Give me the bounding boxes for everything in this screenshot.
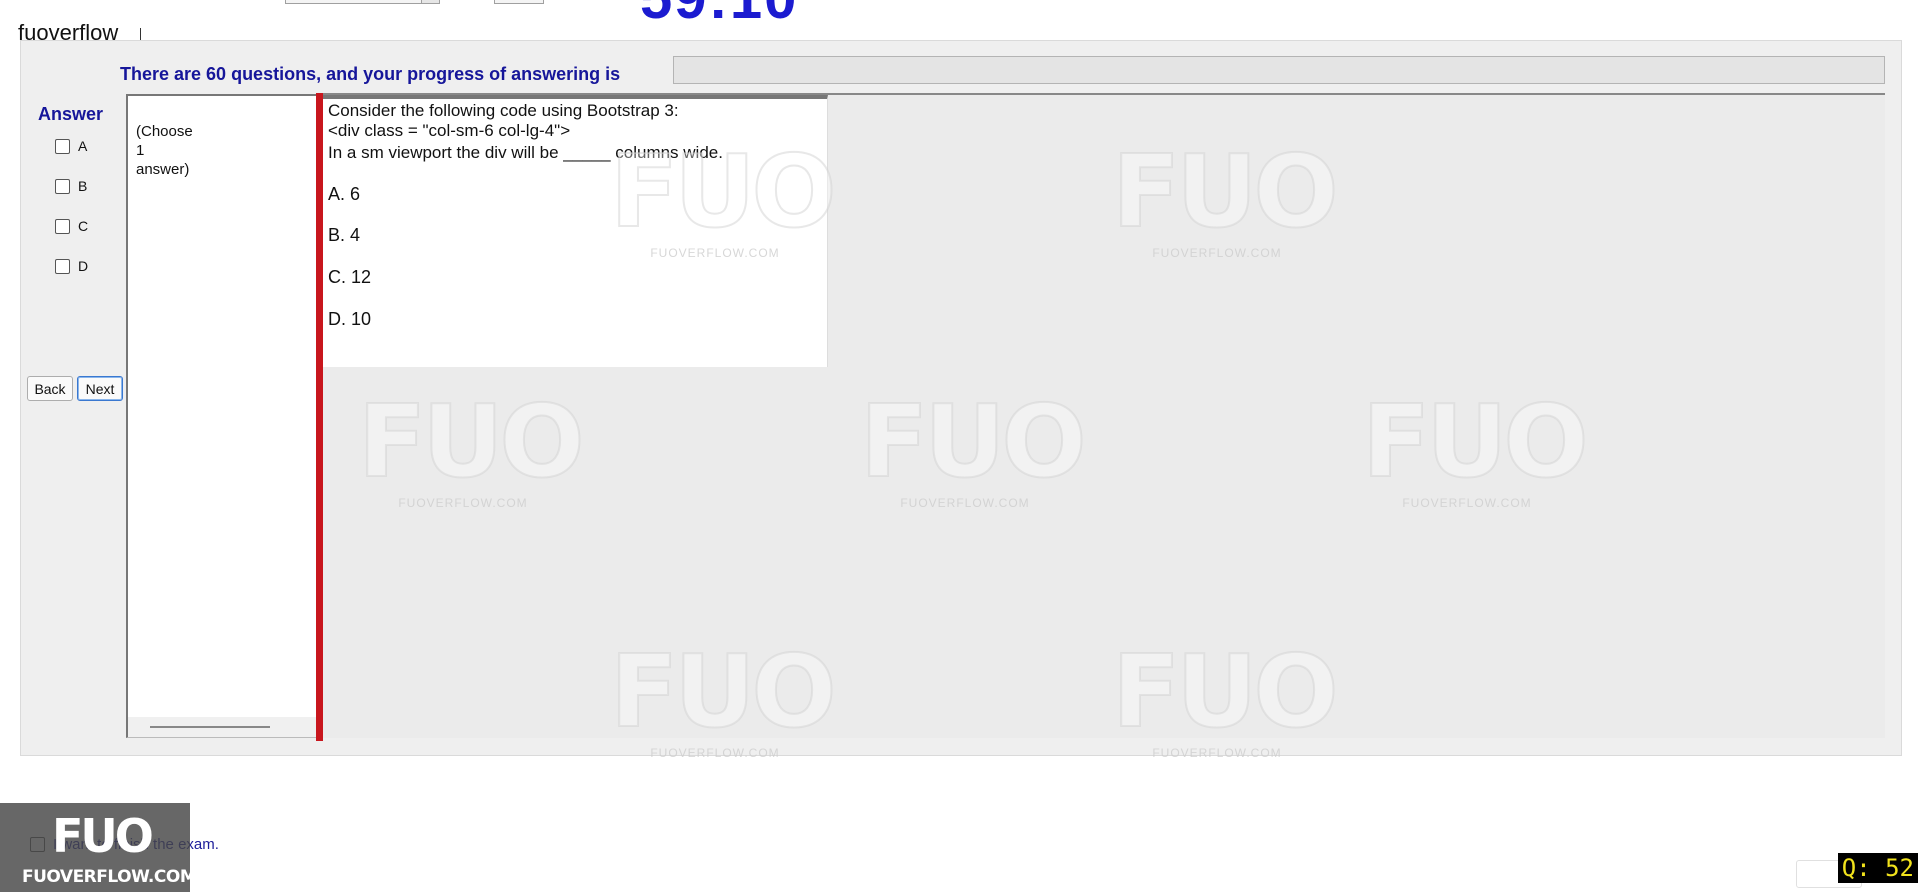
answer-title: Answer	[38, 104, 104, 124]
top-combo-box[interactable]	[285, 0, 440, 4]
instruction-text: (Choose 1 answer)	[136, 122, 216, 179]
instruction-line: 1	[136, 142, 145, 159]
question-line: In a sm viewport the div will be _____ c…	[328, 143, 723, 162]
back-button[interactable]: Back	[27, 376, 73, 401]
answer-option-b[interactable]: B	[55, 178, 87, 194]
instruction-line: answer)	[136, 161, 190, 178]
answer-option-c[interactable]: C	[55, 218, 88, 234]
answer-b-checkbox[interactable]	[55, 178, 70, 194]
pane-splitter[interactable]	[316, 93, 323, 741]
question-code-line: <div class = "col-sm-6 col-lg-4">	[328, 121, 571, 140]
answer-c-label: C	[78, 218, 89, 234]
question-choice-d: D. 10	[328, 309, 372, 329]
question-choice-b: B. 4	[328, 225, 361, 245]
answer-option-a[interactable]: A	[55, 138, 87, 154]
question-choice-a: A. 6	[328, 184, 361, 204]
countdown-timer: 59:10	[640, 0, 798, 28]
answer-b-label: B	[78, 178, 88, 194]
answer-d-label: D	[78, 258, 89, 274]
question-box: Consider the following code using Bootst…	[323, 95, 828, 367]
answer-a-label: A	[78, 138, 88, 154]
question-content-area: Consider the following code using Bootst…	[323, 93, 1885, 738]
logo-text: FUOVERFLOW.COM	[22, 867, 197, 887]
fuoverflow-logo: FUO FUOVERFLOW.COM	[0, 803, 197, 892]
answer-c-checkbox[interactable]	[55, 218, 70, 234]
question-number-badge: Q: 52	[1837, 853, 1918, 883]
progress-bar	[673, 56, 1885, 84]
question-choice-c: C. 12	[328, 267, 372, 287]
progress-label: There are 60 questions, and your progres…	[120, 64, 621, 84]
question-line: Consider the following code using Bootst…	[328, 101, 679, 120]
combo-arrow-icon[interactable]	[421, 0, 439, 3]
instruction-line: (Choose	[136, 123, 193, 140]
instruction-pane: (Choose 1 answer)	[126, 94, 316, 738]
answer-a-checkbox[interactable]	[55, 138, 70, 154]
answer-option-d[interactable]: D	[55, 258, 88, 274]
next-button[interactable]: Next	[77, 376, 123, 401]
top-spin-box[interactable]	[494, 0, 544, 4]
logo-mark: FUO	[52, 809, 154, 863]
horizontal-scrollbar[interactable]	[128, 717, 316, 737]
scrollbar-thumb[interactable]	[150, 726, 270, 728]
answer-d-checkbox[interactable]	[55, 258, 70, 274]
